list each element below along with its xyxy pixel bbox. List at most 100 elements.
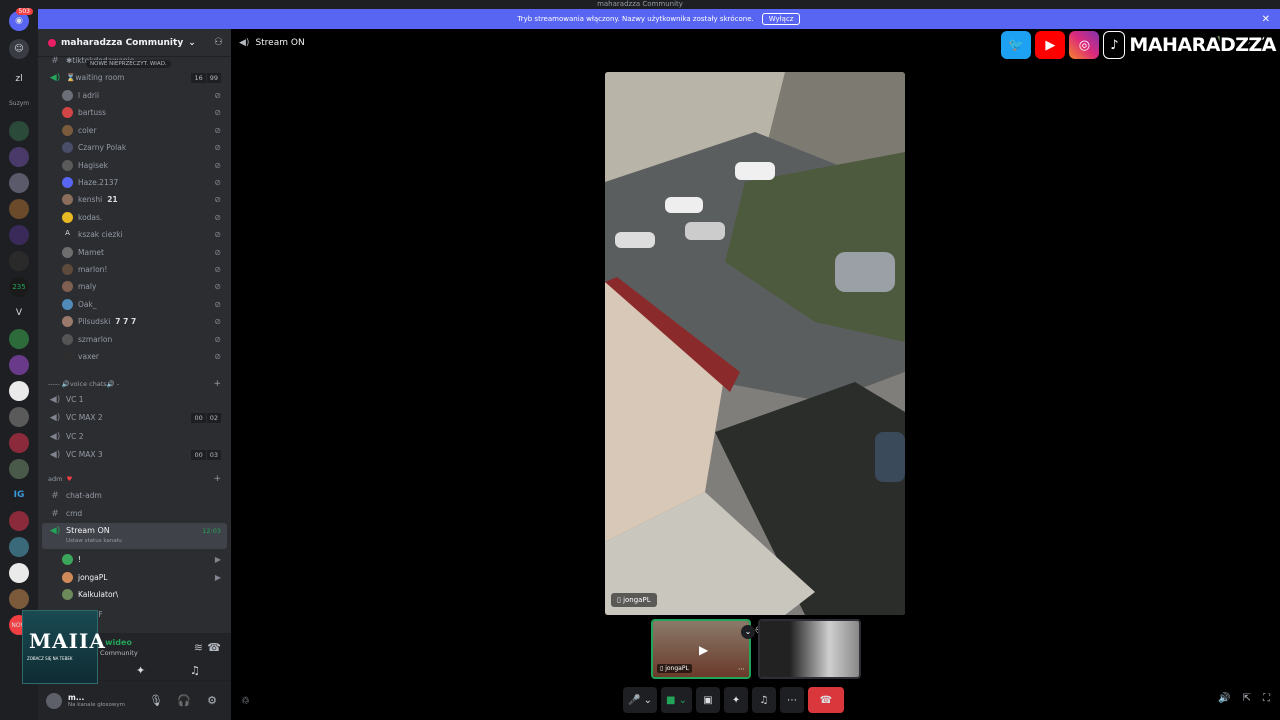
voice-member[interactable]: Haze.2137 ⊘ (38, 174, 231, 191)
folder-label: Suzym (9, 100, 30, 107)
gear-icon[interactable]: ⚙ (207, 694, 217, 707)
deafened-icon: ⊘ (214, 125, 221, 135)
participant-tile-jongapl[interactable]: ▶ ▯ jongaPL ⋯ (651, 619, 751, 679)
noise-suppression-icon[interactable]: ≋ (194, 641, 203, 654)
channel-cmd[interactable]: # cmd (38, 505, 231, 522)
add-channel-icon[interactable]: + (213, 474, 221, 484)
fullscreen-icon[interactable]: ⛶ (1263, 693, 1270, 704)
voice-member[interactable]: Czarny Polak ⊘ (38, 139, 231, 156)
voice-channel[interactable]: ◀) VC 1 (38, 391, 231, 408)
headphones-icon[interactable]: 🎧 (177, 694, 191, 707)
stream-video[interactable]: ▯ jongaPL (605, 72, 905, 615)
server-icon[interactable] (9, 537, 29, 557)
add-channel-icon[interactable]: + (213, 379, 221, 389)
popout-icon[interactable]: ⇱ (1243, 693, 1251, 704)
voice-member[interactable]: coler ⊘ (38, 122, 231, 139)
avatar[interactable] (46, 692, 62, 709)
category-adm[interactable]: adm ♥ + (38, 470, 231, 487)
voice-member[interactable]: Hagisek ⊘ (38, 157, 231, 174)
activities-icon[interactable]: ✦ (136, 664, 145, 677)
avatar (62, 246, 73, 258)
channel-chat-adm[interactable]: # chat-adm (38, 487, 231, 504)
more-options-button[interactable]: ⋯ (780, 687, 805, 713)
voice-channel[interactable]: ◀) VC MAX 3 00 03 (38, 446, 231, 463)
voice-member[interactable]: Akszak ciezki ⊘ (38, 226, 231, 243)
camera-button[interactable]: ■ ⌄ (661, 687, 693, 713)
add-member-icon[interactable]: ⚇ (214, 37, 223, 48)
voice-channel[interactable]: ◀) VC 2 (38, 428, 231, 445)
voice-member[interactable]: marlon! ⊘ (38, 261, 231, 278)
server-icon[interactable] (9, 225, 29, 245)
participant-tile-2[interactable] (758, 619, 861, 679)
server-icon[interactable] (9, 407, 29, 427)
voice-member[interactable]: kenshi 21 ⊘ (38, 191, 231, 208)
avatar (62, 177, 73, 188)
screen-share-button[interactable]: ▣ (696, 687, 721, 713)
server-icon[interactable] (9, 199, 29, 219)
disable-streamer-mode-button[interactable]: Wyłącz (761, 13, 801, 25)
voice-member[interactable]: szmarlon ⊘ (38, 331, 231, 348)
voice-channel-waiting-room[interactable]: ◀) ⌛waiting room 16 99 (38, 69, 231, 86)
member-tag: 21 (107, 195, 118, 205)
member-name: Pilsudski (78, 317, 111, 327)
voice-channel-stream-on[interactable]: ◀) Stream ON 12:03 Ustaw status kanału (42, 523, 227, 549)
user-limit-counter: 00 03 (191, 449, 221, 460)
voice-member[interactable]: kodas. ⊘ (38, 209, 231, 226)
server-icon[interactable] (9, 355, 29, 375)
server-icon[interactable] (9, 381, 29, 401)
disconnect-button[interactable]: ☎ (808, 687, 845, 713)
stream-video-frame (605, 72, 905, 615)
voice-member[interactable]: vaxer ⊘ (38, 348, 231, 365)
voice-member[interactable]: maly ⊘ (38, 278, 231, 295)
category-voice-chats[interactable]: ----- 🔊voice chats🔊 - + (38, 375, 231, 392)
voice-channel[interactable]: ◀) VC MAX 2 00 02 (38, 409, 231, 426)
voice-member[interactable]: Oak_ ⊘ (38, 296, 231, 313)
home-button[interactable]: ◉ 503 (9, 8, 33, 31)
server-icon[interactable] (9, 433, 29, 453)
server-icon[interactable] (9, 589, 29, 609)
activity-icon[interactable]: ♲ (241, 696, 250, 707)
soundboard-icon[interactable]: ♫ (190, 664, 200, 677)
voice-member[interactable]: bartuss ⊘ (38, 104, 231, 121)
channel-status[interactable]: Ustaw status kanału (66, 538, 122, 544)
microphone-button[interactable]: 🎤 ⌄ (623, 687, 658, 713)
soundboard-button[interactable]: ♫ (752, 687, 777, 713)
server-icon[interactable] (9, 147, 29, 167)
voice-member[interactable]: Kalkulator\ (38, 586, 231, 603)
disconnect-icon[interactable]: ☎ (207, 641, 221, 654)
server-icon[interactable]: ☺ (9, 39, 29, 59)
server-icon[interactable] (9, 329, 29, 349)
server-name: maharadzza Community (61, 37, 184, 48)
server-icon[interactable] (9, 121, 29, 141)
unread-messages-pill[interactable]: NOWE NIEPRZECZYT. WIAD. (86, 60, 171, 68)
streamer-webcam-overlay: MAIIA ZOBACZ SIĘ NA TEBEK (22, 610, 105, 684)
server-icon-ig[interactable]: IG (9, 485, 29, 505)
voice-member[interactable]: Mamet ⊘ (38, 244, 231, 261)
chevron-down-icon[interactable]: ⌄ (741, 625, 755, 639)
server-icon[interactable] (9, 251, 29, 271)
server-icon[interactable] (9, 563, 29, 583)
member-name: Oak_ (78, 299, 97, 309)
user-panel: m... Na kanale głosowym 🎙 🎧 ⚙ (38, 681, 231, 720)
overlay-title: MAIIA (29, 629, 106, 653)
voice-member[interactable]: jongaPL ▶ (38, 569, 231, 586)
close-icon[interactable]: ✕ (1262, 14, 1270, 25)
server-icon-235[interactable]: 235 (9, 277, 29, 297)
speaker-icon: ◀) (239, 38, 250, 48)
server-icon[interactable] (9, 173, 29, 193)
voice-member[interactable]: ! ▶ (38, 551, 231, 568)
deafened-icon: ⊘ (214, 334, 221, 344)
server-icon-zl[interactable]: zl (9, 69, 29, 89)
server-icon[interactable] (9, 511, 29, 531)
activities-button[interactable]: ✦ (724, 687, 749, 713)
microphone-icon[interactable]: 🎙 (149, 694, 163, 707)
server-icon-v[interactable]: V (9, 303, 29, 323)
member-name: vaxer (78, 352, 99, 361)
voice-member[interactable]: l adrii ⊘ (38, 87, 231, 104)
more-icon[interactable]: ⋯ (738, 665, 745, 673)
member-name: l adrii (78, 91, 100, 100)
volume-icon[interactable]: 🔊 (1218, 693, 1230, 704)
member-tag: 7 7 7 (115, 317, 137, 327)
voice-member[interactable]: Pilsudski 7 7 7 ⊘ (38, 313, 231, 330)
server-icon[interactable] (9, 459, 29, 479)
